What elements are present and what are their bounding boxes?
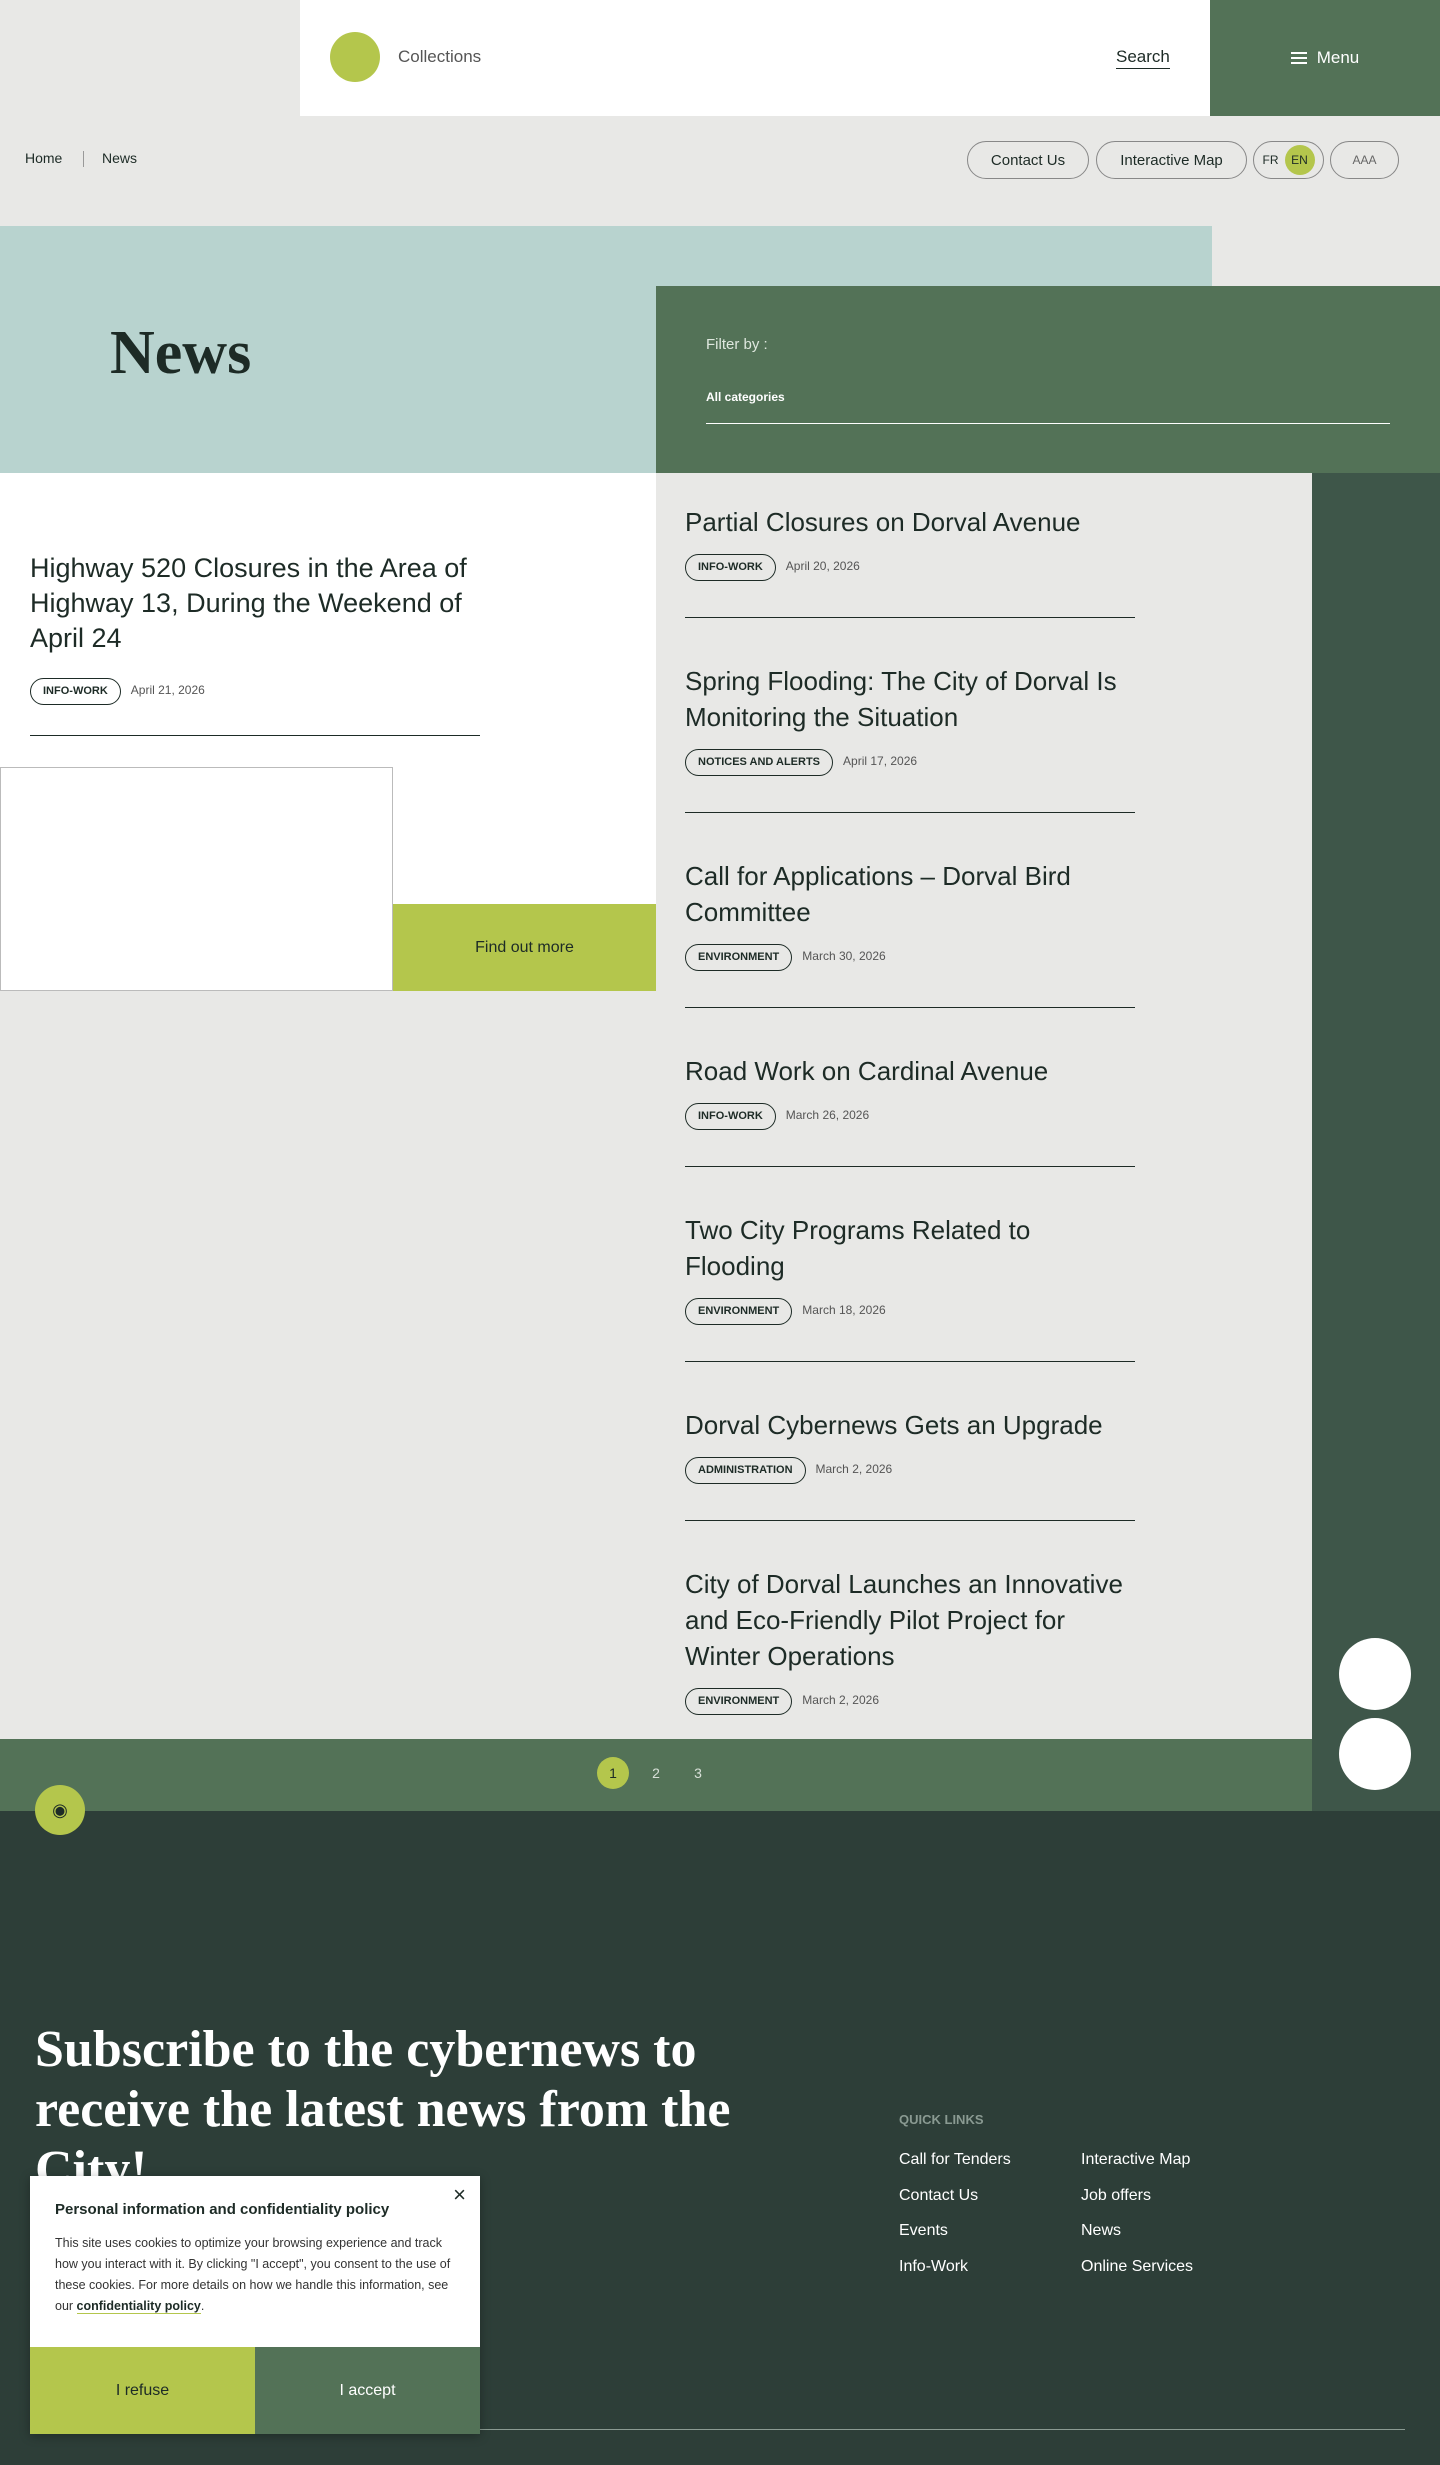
news-item[interactable]: Road Work on Cardinal Avenue INFO-WORK Mar… (685, 1008, 1135, 1167)
menu-label: Menu (1316, 48, 1360, 67)
category-tag[interactable]: ENVIRONMENT (685, 1688, 793, 1715)
category-select[interactable]: All categories (706, 390, 1390, 424)
lang-fr[interactable]: FR (1263, 153, 1279, 167)
news-list: Partial Closures on Dorval Avenue INFO-WO… (685, 473, 1135, 1752)
close-icon[interactable]: × (453, 2182, 466, 2208)
text-size-button[interactable]: AAA (1330, 141, 1399, 179)
category-tag[interactable]: ADMINISTRATION (685, 1457, 806, 1484)
category-select-value: All categories (706, 390, 785, 404)
breadcrumb-current: News (102, 150, 138, 166)
footer-link[interactable]: Online Services (1081, 2258, 1193, 2276)
search-link[interactable]: Search (1116, 47, 1170, 69)
news-item[interactable]: Spring Flooding: The City of Dorval Is M… (685, 618, 1135, 813)
date: April 17, 2026 (843, 754, 918, 768)
quick-links-title: QUICK LINKS (899, 2112, 984, 2127)
footer-link[interactable]: Job offers (1081, 2187, 1151, 2205)
page-title: News (110, 319, 252, 387)
filter-panel: Filter by : All categories (656, 286, 1440, 473)
collections-link[interactable]: Collections (398, 47, 481, 67)
category-tag[interactable]: INFO-WORK (685, 554, 776, 581)
interactive-map-button[interactable]: Interactive Map (1096, 141, 1247, 179)
news-meta: NOTICES AND ALERTS April 17, 2026 (685, 749, 1135, 776)
date: April 20, 2026 (785, 559, 860, 573)
news-item[interactable]: Dorval Cybernews Gets an Upgrade ADMINIST… (685, 1362, 1135, 1521)
date: March 26, 2026 (785, 1108, 870, 1122)
subscribe-heading: Subscribe to the cybernews to receive th… (35, 2021, 731, 2198)
news-meta: INFO-WORK April 20, 2026 (685, 554, 1135, 581)
refuse-button[interactable]: I refuse (30, 2347, 255, 2434)
cookie-dialog: × Personal information and confidentiali… (30, 2176, 480, 2434)
news-title[interactable]: Road Work on Cardinal Avenue (685, 1053, 1135, 1089)
contact-us-button[interactable]: Contact Us (967, 141, 1089, 179)
logo[interactable] (330, 32, 380, 82)
date: March 30, 2026 (802, 949, 886, 963)
news-title[interactable]: Partial Closures on Dorval Avenue (685, 504, 1135, 540)
category-tag[interactable]: ENVIRONMENT (685, 944, 793, 971)
footer-link[interactable]: Call for Tenders (899, 2151, 1011, 2169)
date: March 18, 2026 (802, 1303, 886, 1317)
cookie-settings-icon[interactable]: ◉ (35, 1785, 85, 1835)
footer-link[interactable]: News (1081, 2222, 1121, 2240)
page-2[interactable]: 2 (640, 1757, 672, 1789)
footer-link[interactable]: Info-Work (899, 2258, 968, 2276)
cookie-period: . (200, 2299, 205, 2313)
lang-en[interactable]: EN (1284, 145, 1315, 175)
news-meta: ENVIRONMENT March 2, 2026 (685, 1688, 1135, 1715)
footer-link[interactable]: Events (899, 2222, 948, 2240)
page-3[interactable]: 3 (682, 1757, 714, 1789)
breadcrumb-home[interactable]: Home (25, 150, 62, 166)
filter-label: Filter by : (706, 336, 768, 353)
floating-button[interactable] (1339, 1638, 1411, 1710)
cookie-body: This site uses cookies to optimize your … (55, 2233, 465, 2317)
footer-link[interactable]: Interactive Map (1081, 2151, 1190, 2169)
news-meta: ENVIRONMENT March 18, 2026 (685, 1298, 1135, 1325)
news-title[interactable]: Spring Flooding: The City of Dorval Is M… (685, 663, 1135, 735)
divider (30, 735, 480, 736)
menu-button[interactable]: Menu (1210, 0, 1440, 116)
date: March 2, 2026 (815, 1462, 893, 1476)
news-meta: ADMINISTRATION March 2, 2026 (685, 1457, 1135, 1484)
breadcrumb-separator (83, 151, 84, 167)
date: April 21, 2026 (130, 683, 205, 697)
news-title[interactable]: Dorval Cybernews Gets an Upgrade (685, 1407, 1135, 1443)
category-tag[interactable]: INFO-WORK (685, 1103, 776, 1130)
news-item[interactable]: Two City Programs Related to Flooding ENV… (685, 1167, 1135, 1362)
page-1[interactable]: 1 (597, 1757, 629, 1789)
news-title[interactable]: Two City Programs Related to Flooding (685, 1212, 1135, 1284)
cookie-title: Personal information and confidentiality… (55, 2201, 390, 2218)
find-out-more-button[interactable]: Find out more (393, 904, 656, 991)
featured-meta: INFO-WORK April 21, 2026 (30, 678, 205, 705)
confidentiality-policy-link[interactable]: confidentiality policy (76, 2299, 201, 2314)
news-meta: INFO-WORK March 26, 2026 (685, 1103, 1135, 1130)
news-item[interactable]: Partial Closures on Dorval Avenue INFO-WO… (685, 473, 1135, 618)
news-item[interactable]: Call for Applications – Dorval Bird Comm… (685, 813, 1135, 1008)
news-title[interactable]: Call for Applications – Dorval Bird Comm… (685, 858, 1135, 930)
side-stripe (1312, 473, 1440, 1811)
language-switch[interactable]: FR EN (1253, 141, 1324, 179)
featured-image (0, 767, 393, 991)
footer-link[interactable]: Contact Us (899, 2187, 978, 2205)
category-tag[interactable]: ENVIRONMENT (685, 1298, 793, 1325)
featured-title[interactable]: Highway 520 Closures in the Area of High… (30, 551, 470, 656)
category-tag[interactable]: NOTICES AND ALERTS (685, 749, 834, 776)
news-item[interactable]: City of Dorval Launches an Innovative an… (685, 1521, 1135, 1752)
news-meta: ENVIRONMENT March 30, 2026 (685, 944, 1135, 971)
hamburger-icon (1290, 52, 1307, 64)
news-title[interactable]: City of Dorval Launches an Innovative an… (685, 1566, 1135, 1674)
floating-button[interactable] (1339, 1718, 1411, 1790)
accept-button[interactable]: I accept (255, 2347, 480, 2434)
date: March 2, 2026 (802, 1693, 879, 1707)
category-tag[interactable]: INFO-WORK (30, 678, 121, 705)
